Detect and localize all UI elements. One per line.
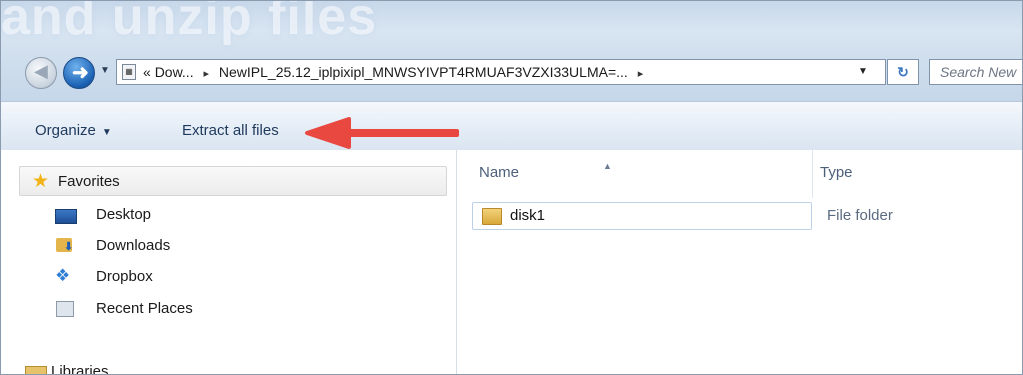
address-folder-icon: ▦ bbox=[122, 64, 136, 80]
organize-button[interactable]: Organize ▼ bbox=[35, 122, 112, 139]
breadcrumb: « Dow... ▸ NewIPL_25.12_iplpixipl_MNWSYI… bbox=[143, 64, 649, 80]
back-arrow-icon: ◀ bbox=[34, 61, 48, 81]
refresh-button[interactable]: ↻ bbox=[887, 59, 919, 85]
forward-arrow-icon: ➜ bbox=[72, 62, 89, 84]
address-bar[interactable]: ▦ « Dow... ▸ NewIPL_25.12_iplpixipl_MNWS… bbox=[116, 59, 886, 85]
explorer-window: and unzip files ◀ ➜ ▼ ▦ « Dow... ▸ NewIP… bbox=[0, 0, 1023, 375]
dropbox-icon: ❖ bbox=[55, 266, 71, 285]
file-list-pane: Name ▲ Type disk1 File folder bbox=[457, 150, 1022, 374]
column-header-label: Name bbox=[479, 164, 520, 181]
refresh-icon: ↻ bbox=[897, 64, 909, 80]
sidebar-item-label: Dropbox bbox=[96, 268, 153, 285]
column-header-name[interactable]: Name ▲ bbox=[479, 161, 612, 181]
star-icon: ★ bbox=[32, 171, 50, 192]
column-header-type[interactable]: Type bbox=[820, 164, 853, 181]
sidebar-item-label: Desktop bbox=[96, 206, 152, 223]
libraries-icon bbox=[25, 366, 47, 374]
column-divider[interactable] bbox=[812, 150, 813, 198]
file-type: File folder bbox=[827, 207, 893, 224]
favorites-header[interactable]: ★ Favorites bbox=[19, 166, 447, 196]
breadcrumb-downloads[interactable]: Dow... bbox=[155, 64, 194, 80]
chevron-down-icon: ▼ bbox=[101, 127, 112, 138]
command-bar: Organize ▼ Extract all files bbox=[1, 101, 1022, 151]
desktop-icon bbox=[55, 209, 77, 224]
breadcrumb-overflow[interactable]: « bbox=[143, 64, 151, 80]
recent-pages-dropdown-icon[interactable]: ▼ bbox=[100, 65, 112, 79]
breadcrumb-separator-icon[interactable]: ▸ bbox=[632, 68, 650, 80]
address-dropdown-icon[interactable]: ▼ bbox=[858, 66, 868, 77]
sort-ascending-icon: ▲ bbox=[603, 161, 612, 171]
table-row[interactable]: disk1 File folder bbox=[472, 202, 1022, 230]
background-title-text: and unzip files bbox=[1, 0, 378, 46]
sidebar-item-label: Downloads bbox=[96, 237, 171, 254]
search-input[interactable]: Search New bbox=[929, 59, 1022, 85]
file-name: disk1 bbox=[510, 207, 546, 224]
navigation-pane: ★ Favorites Desktop ⬇ Downloads ❖ Dropbo… bbox=[1, 150, 457, 375]
back-button[interactable]: ◀ bbox=[25, 57, 57, 89]
favorites-label: Favorites bbox=[58, 173, 120, 190]
title-bar: and unzip files bbox=[1, 1, 1022, 101]
forward-button[interactable]: ➜ bbox=[63, 57, 95, 89]
recent-places-icon bbox=[56, 301, 74, 317]
sidebar-item-label: Libraries bbox=[51, 363, 109, 375]
folder-icon bbox=[482, 208, 502, 225]
extract-all-files-button[interactable]: Extract all files bbox=[182, 122, 279, 139]
sidebar-item-label: Recent Places bbox=[96, 300, 193, 317]
breadcrumb-current-folder[interactable]: NewIPL_25.12_iplpixipl_MNWSYIVPT4RMUAF3V… bbox=[219, 64, 628, 80]
download-arrow-icon: ⬇ bbox=[64, 241, 74, 253]
breadcrumb-separator-icon[interactable]: ▸ bbox=[197, 68, 215, 80]
organize-label: Organize bbox=[35, 122, 96, 139]
